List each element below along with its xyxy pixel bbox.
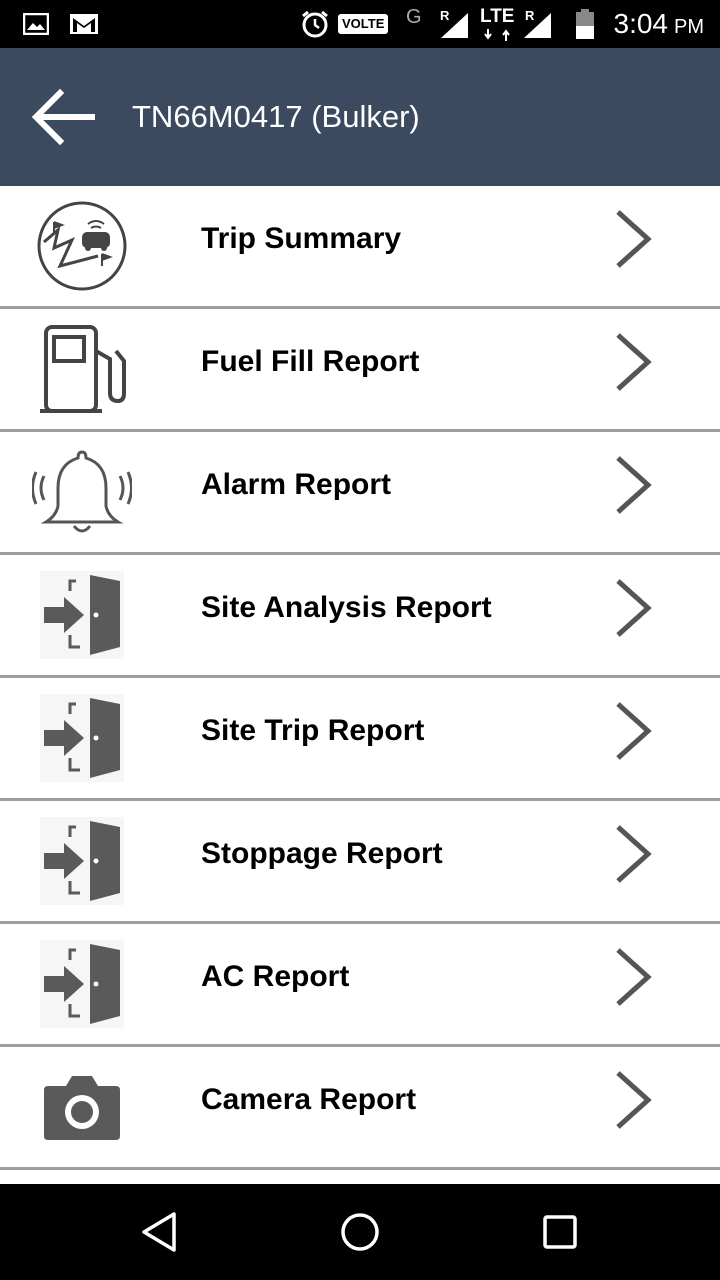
fuel-pump-icon: [30, 317, 134, 421]
image-notification-icon: [22, 0, 50, 48]
menu-item-label: Site Analysis Report: [201, 591, 492, 624]
report-menu-list: Trip Summary Fuel Fill Report Alarm Repo…: [0, 186, 720, 1192]
gmail-icon: [68, 0, 100, 48]
menu-item-alarm-report[interactable]: Alarm Report: [0, 432, 720, 555]
menu-item-site-analysis-report[interactable]: Site Analysis Report: [0, 555, 720, 678]
clock: 3:04 PM: [614, 0, 705, 48]
menu-item-site-trip-report[interactable]: Site Trip Report: [0, 678, 720, 801]
chevron-right-icon: [606, 942, 666, 1012]
door-enter-icon: [30, 809, 134, 913]
network-g-label: G: [406, 6, 422, 28]
nav-home-icon[interactable]: [336, 1208, 384, 1256]
menu-item-ac-report[interactable]: AC Report: [0, 924, 720, 1047]
chevron-right-icon: [606, 696, 666, 766]
back-arrow-icon[interactable]: [30, 84, 96, 150]
trip-summary-icon: [30, 194, 134, 298]
page-title: TN66M0417 (Bulker): [132, 99, 420, 134]
nav-back-icon[interactable]: [136, 1208, 184, 1256]
chevron-right-icon: [606, 204, 666, 274]
alarm-clock-icon: [300, 0, 330, 48]
lte-label: LTE: [480, 6, 515, 27]
chevron-right-icon: [606, 573, 666, 643]
chevron-right-icon: [606, 819, 666, 889]
clock-ampm: PM: [674, 15, 704, 38]
menu-item-label: Fuel Fill Report: [201, 345, 420, 378]
app-bar: TN66M0417 (Bulker): [0, 48, 720, 186]
chevron-right-icon: [606, 1065, 666, 1135]
menu-item-label: Stoppage Report: [201, 837, 443, 870]
door-enter-icon: [30, 932, 134, 1036]
chevron-right-icon: [606, 327, 666, 397]
system-nav-bar: [0, 1184, 720, 1280]
alarm-bell-icon: [30, 440, 134, 544]
menu-item-label: Trip Summary: [201, 222, 402, 255]
battery-icon: [574, 0, 596, 48]
clock-time: 3:04: [613, 8, 669, 39]
menu-item-stoppage-report[interactable]: Stoppage Report: [0, 801, 720, 924]
menu-item-label: Site Trip Report: [201, 714, 425, 747]
nav-recents-icon[interactable]: [536, 1208, 584, 1256]
chevron-right-icon: [606, 450, 666, 520]
data-activity-icon: [484, 28, 516, 42]
volte-badge: VOLTE: [338, 14, 389, 34]
menu-item-label: AC Report: [201, 960, 350, 993]
camera-icon: [30, 1055, 134, 1159]
menu-item-fuel-fill-report[interactable]: Fuel Fill Report: [0, 309, 720, 432]
door-enter-icon: [30, 686, 134, 790]
signal-strength-icon: [438, 0, 470, 48]
menu-item-trip-summary[interactable]: Trip Summary: [0, 186, 720, 309]
menu-item-label: Camera Report: [201, 1083, 417, 1116]
signal-strength-icon-2: [522, 0, 552, 48]
door-enter-icon: [30, 563, 134, 667]
status-bar: VOLTE G R LTE R 3:04 PM: [0, 0, 720, 48]
menu-item-camera-report[interactable]: Camera Report: [0, 1047, 720, 1170]
menu-item-label: Alarm Report: [201, 468, 392, 501]
